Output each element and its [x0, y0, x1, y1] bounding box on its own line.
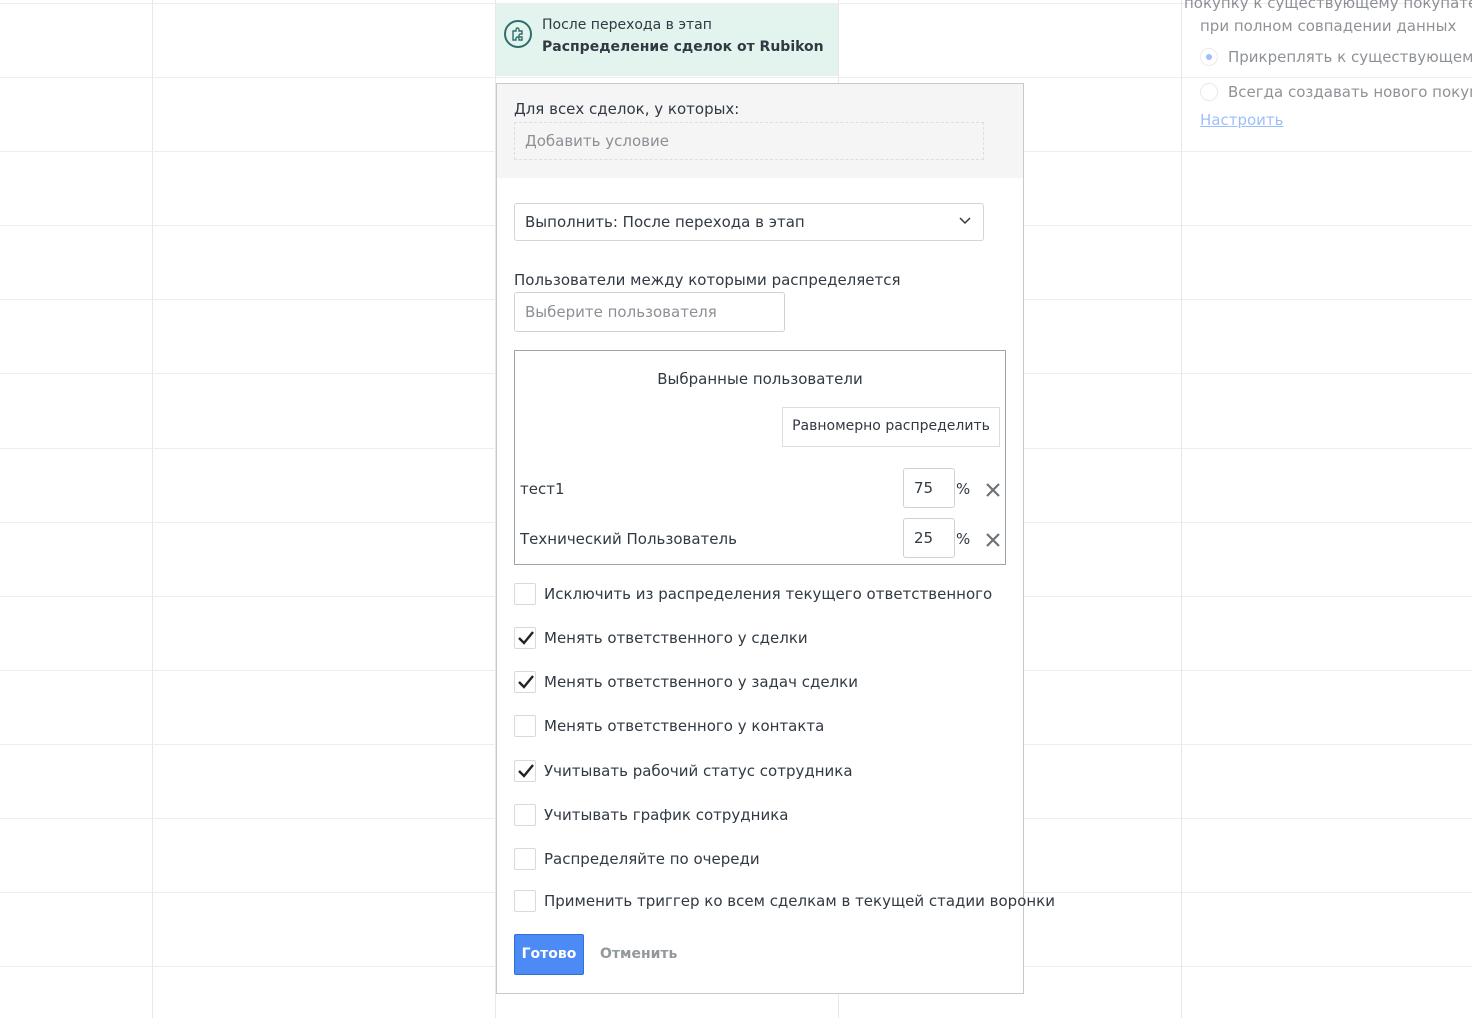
users-label: Пользователи между которыми распределяет…: [514, 271, 901, 289]
selected-users-title: Выбранные пользователи: [657, 370, 863, 388]
radio-always-new[interactable]: [1200, 83, 1218, 101]
execute-select[interactable]: Выполнить: После перехода в этап: [514, 203, 984, 241]
percent-sign: %: [956, 530, 971, 548]
radio-attach-existing-label: Прикреплять к существующему: [1228, 48, 1472, 66]
panel-description-line2: при полном совпадении данных: [1200, 17, 1457, 35]
close-icon[interactable]: [985, 482, 1001, 498]
checkmark-icon: [518, 675, 534, 689]
trigger-settings-modal: Для всех сделок, у которых: Добавить усл…: [496, 83, 1055, 994]
checkbox-label: Распределяйте по очереди: [544, 850, 760, 868]
chevron-down-icon: [959, 217, 971, 225]
checkbox[interactable]: [514, 583, 536, 605]
radio-always-new-label: Всегда создавать нового покупате: [1228, 83, 1472, 101]
checkmark-icon: [518, 631, 534, 645]
user-search-input[interactable]: Выберите пользователя: [514, 292, 785, 332]
checkbox-label: Применить триггер ко всем сделкам в теку…: [544, 892, 1055, 910]
add-condition-button[interactable]: Добавить условие: [514, 122, 984, 160]
checkbox[interactable]: [514, 890, 536, 912]
trigger-name: Распределение сделок от Rubikon: [542, 39, 824, 55]
conditions-section: Для всех сделок, у которых: Добавить усл…: [497, 84, 1023, 178]
checkbox[interactable]: [514, 715, 536, 737]
user-name: Технический Пользователь: [520, 530, 737, 548]
conditions-label: Для всех сделок, у которых:: [514, 100, 740, 118]
trigger-title: После перехода в этап: [542, 17, 712, 33]
grid-column-divider: [152, 0, 153, 1018]
execute-select-value: Выполнить: После перехода в этап: [525, 213, 805, 231]
checkbox-label: Менять ответственного у сделки: [544, 629, 808, 647]
checkbox-label: Менять ответственного у контакта: [544, 717, 825, 735]
close-icon[interactable]: [985, 532, 1001, 548]
configure-link[interactable]: Настроить: [1200, 111, 1283, 129]
done-button[interactable]: Готово: [514, 934, 584, 975]
grid-row-divider: [0, 77, 1472, 78]
checkbox-label: Менять ответственного у задач сделки: [544, 673, 858, 691]
panel-description-line1: покупку к существующему покупател: [1184, 0, 1472, 12]
radio-attach-existing[interactable]: [1200, 48, 1218, 66]
checkbox[interactable]: [514, 627, 536, 649]
percent-input[interactable]: 75: [903, 468, 955, 508]
percent-input[interactable]: 25: [903, 518, 955, 558]
checkmark-icon: [518, 764, 534, 778]
percent-sign: %: [956, 480, 971, 498]
cancel-button[interactable]: Отменить: [600, 946, 677, 962]
checkbox-label: Учитывать рабочий статус сотрудника: [544, 762, 853, 780]
grid-column-divider: [1181, 0, 1182, 1018]
distribute-evenly-button[interactable]: Равномерно распределить: [782, 407, 1000, 447]
checkbox-label: Исключить из распределения текущего отве…: [544, 585, 993, 603]
user-name: тест1: [520, 480, 565, 498]
selected-users-box: Выбранные пользователи Равномерно распре…: [514, 350, 1006, 565]
puzzle-icon: [504, 20, 532, 48]
checkbox[interactable]: [514, 804, 536, 826]
checkbox-label: Учитывать график сотрудника: [544, 806, 789, 824]
checkbox[interactable]: [514, 848, 536, 870]
trigger-card[interactable]: После перехода в этап Распределение сдел…: [496, 4, 838, 76]
checkbox[interactable]: [514, 760, 536, 782]
checkbox[interactable]: [514, 671, 536, 693]
